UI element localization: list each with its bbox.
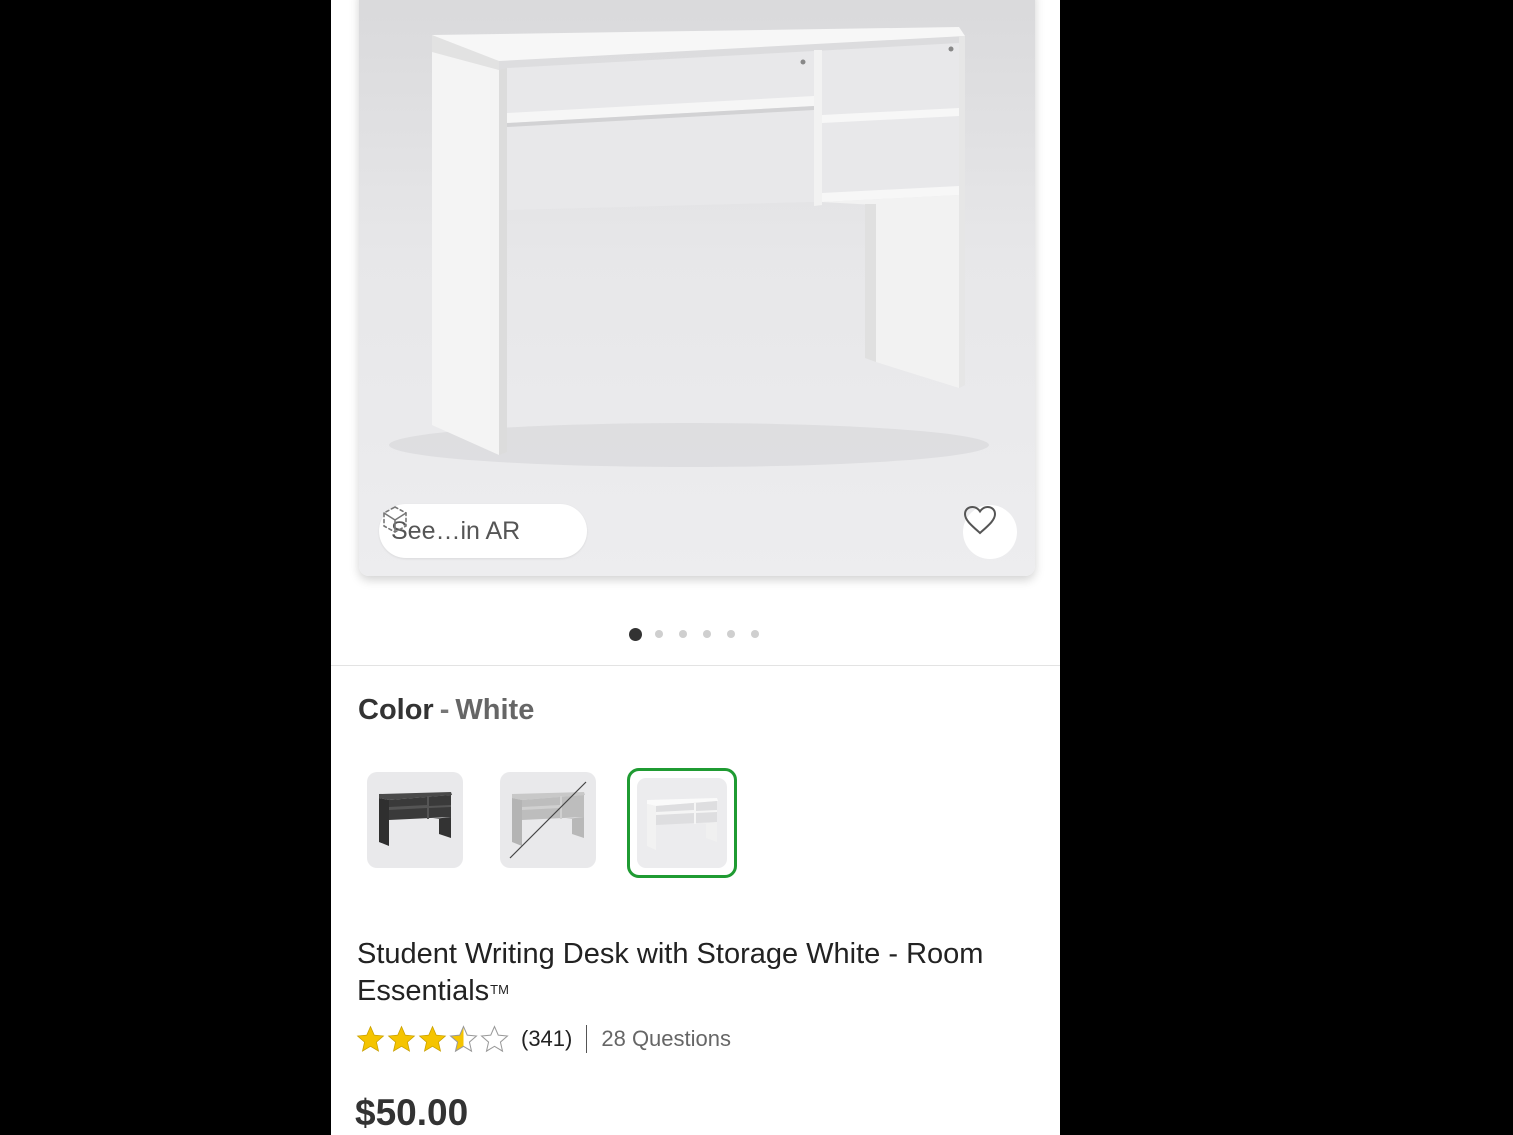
carousel-dot-4[interactable] (703, 630, 711, 638)
star-full-icon (418, 1025, 447, 1052)
color-label-row: Color - White (358, 694, 534, 727)
star-full-icon (387, 1025, 416, 1052)
white-desk-thumbnail (647, 798, 718, 850)
questions-link[interactable]: 28 Questions (601, 1026, 731, 1052)
carousel-pagination[interactable] (629, 627, 775, 641)
product-title: Student Writing Desk with Storage White … (357, 936, 1047, 1009)
product-title-text: Student Writing Desk with Storage White … (357, 938, 984, 1007)
trademark-mark: TM (490, 982, 509, 997)
black-desk-thumbnail (379, 792, 452, 846)
desk-product-image (389, 27, 989, 467)
color-selected-value: White (455, 694, 535, 726)
color-swatch-gray-unavailable[interactable] (500, 772, 596, 868)
star-empty-icon (480, 1024, 509, 1052)
gray-desk-thumbnail (509, 781, 587, 859)
white-swatch-inner (637, 778, 727, 868)
rating-row: (341) 28 Questions (355, 1022, 731, 1056)
product-page: See…in AR Color - White Student Writing … (331, 0, 1060, 1135)
product-price: $50.00 (355, 1092, 469, 1133)
section-divider (331, 665, 1060, 666)
carousel-dot-5[interactable] (727, 630, 735, 638)
heart-outline-icon (963, 505, 997, 535)
carousel-dot-3[interactable] (679, 630, 687, 638)
product-image-card[interactable]: See…in AR (359, 0, 1035, 576)
carousel-dot-6[interactable] (751, 630, 759, 638)
ar-cube-icon (383, 506, 407, 533)
color-separator: - (439, 694, 450, 726)
rating-separator (586, 1025, 588, 1053)
color-swatch-white-selected[interactable] (627, 768, 737, 878)
carousel-dot-2[interactable] (655, 630, 663, 638)
color-label: Color (358, 694, 434, 726)
favorite-button[interactable] (963, 505, 1017, 559)
review-count[interactable]: (341) (521, 1026, 572, 1052)
carousel-dot-1[interactable] (629, 627, 642, 641)
see-in-ar-button[interactable]: See…in AR (379, 504, 587, 558)
color-swatch-black[interactable] (367, 772, 463, 868)
star-half-icon (449, 1024, 478, 1052)
star-rating[interactable] (355, 1024, 510, 1055)
star-full-icon (356, 1025, 385, 1052)
